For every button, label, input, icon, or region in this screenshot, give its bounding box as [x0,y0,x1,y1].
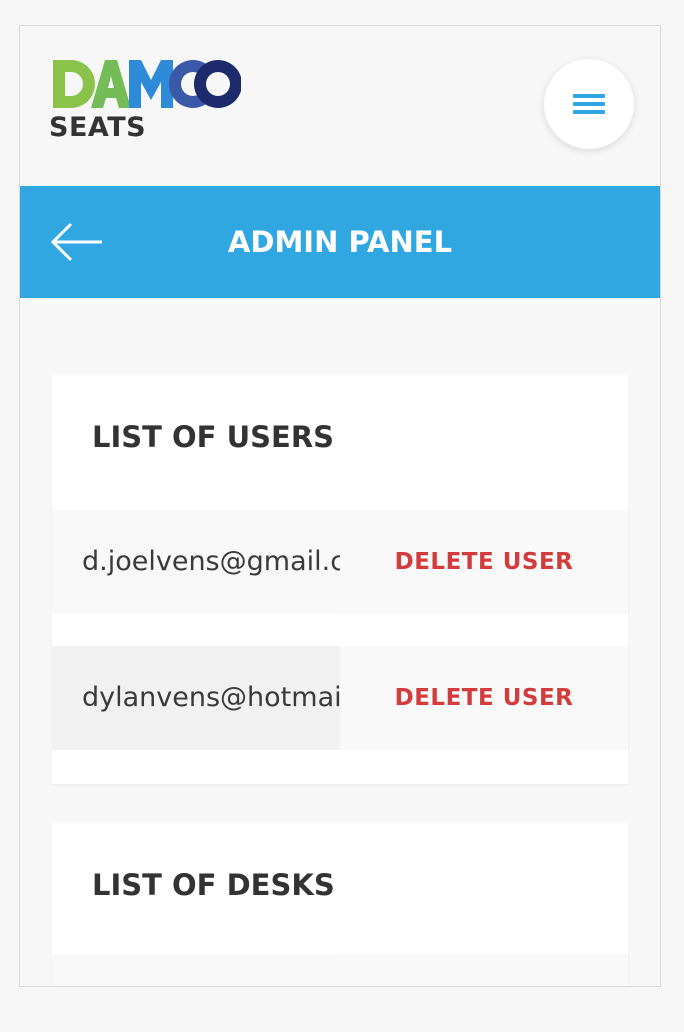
users-section-title: LIST OF USERS [92,420,335,454]
desk-row-right [340,954,628,986]
menu-button[interactable] [544,59,634,149]
admin-titlebar: ADMIN PANEL [20,186,660,298]
delete-user-button[interactable]: DELETE USER [340,646,628,750]
hamburger-icon-bar [573,110,605,114]
user-row: d.joelvens@gmail.com DELETE USER [52,510,628,614]
app-frame: SEATS ADMIN PANEL LIST OF USERS d.joelve… [19,25,661,987]
user-email: dylanvens@hotmail.com [52,646,340,750]
page-title: ADMIN PANEL [227,225,453,259]
delete-user-button[interactable]: DELETE USER [340,510,628,614]
desks-section-title: LIST OF DESKS [92,868,335,902]
desk-row-left [52,954,340,986]
user-email: d.joelvens@gmail.com [52,510,340,614]
damco-seats-logo[interactable]: SEATS [49,56,241,146]
app-header: SEATS [20,26,660,186]
users-card: LIST OF USERS d.joelvens@gmail.com DELET… [52,374,628,784]
hamburger-icon-bar [573,102,605,106]
user-row: dylanvens@hotmail.com DELETE USER [52,646,628,750]
desk-row [52,954,628,986]
logo-sub-label: SEATS [49,112,147,143]
desks-card: LIST OF DESKS [52,822,628,986]
hamburger-icon [573,94,605,98]
damco-logo-mark [53,60,241,108]
